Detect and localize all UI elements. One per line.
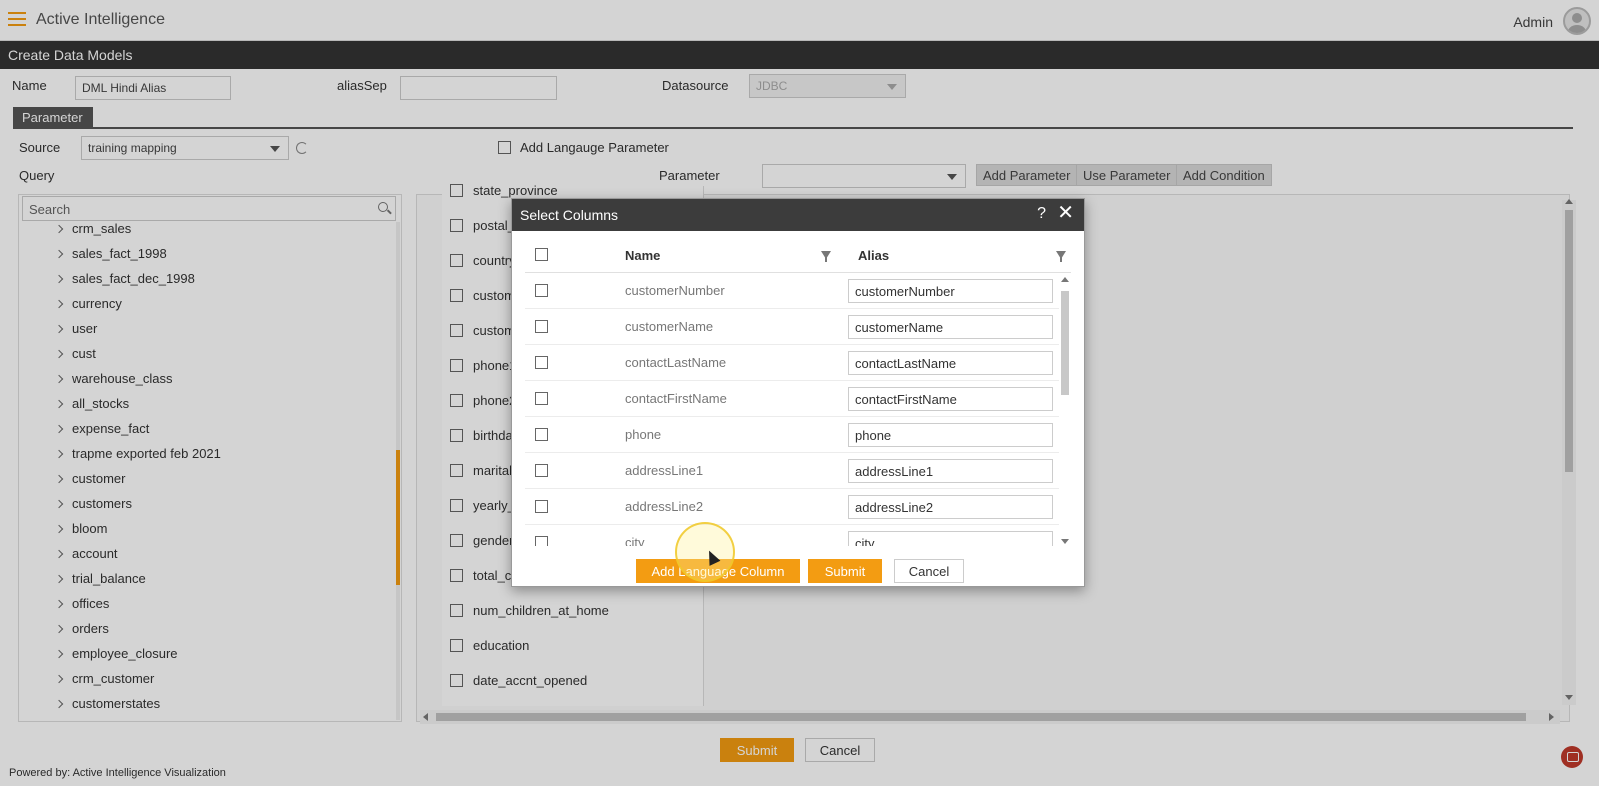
alias-input[interactable]: contactLastName: [848, 351, 1053, 375]
column-name: contactLastName: [625, 355, 727, 370]
grid-header: Name Alias: [525, 237, 1071, 273]
row-checkbox[interactable]: [535, 356, 548, 369]
close-icon[interactable]: ✕: [1057, 203, 1074, 223]
row-checkbox[interactable]: [535, 536, 548, 546]
alias-input[interactable]: addressLine2: [848, 495, 1053, 519]
alias-input[interactable]: addressLine1: [848, 459, 1053, 483]
alias-input[interactable]: customerNumber: [848, 279, 1053, 303]
grid-scrollbar-thumb[interactable]: [1061, 291, 1069, 395]
column-name: addressLine1: [625, 463, 704, 478]
dialog-title: Select Columns: [520, 207, 619, 223]
column-name: customerName: [625, 319, 714, 334]
row-checkbox[interactable]: [535, 428, 548, 441]
table-row: customerNumber customerNumber: [525, 273, 1059, 309]
column-header-name[interactable]: Name: [625, 248, 660, 263]
table-row: city city: [525, 525, 1059, 546]
page: Active Intelligence Admin Create Data Mo…: [0, 0, 1599, 786]
alias-input[interactable]: contactFirstName: [848, 387, 1053, 411]
row-checkbox[interactable]: [535, 392, 548, 405]
select-all-checkbox[interactable]: [535, 248, 548, 261]
row-checkbox[interactable]: [535, 320, 548, 333]
row-checkbox[interactable]: [535, 464, 548, 477]
dialog-cancel-button[interactable]: Cancel: [894, 559, 964, 583]
column-name: contactFirstName: [625, 391, 727, 406]
table-row: addressLine1 addressLine1: [525, 453, 1059, 489]
filter-icon[interactable]: [1056, 251, 1066, 262]
table-row: contactLastName contactLastName: [525, 345, 1059, 381]
column-name: phone: [625, 427, 662, 442]
select-columns-dialog: Select Columns ? ✕ Name Alias customerNu…: [511, 198, 1085, 587]
row-checkbox[interactable]: [535, 284, 548, 297]
alias-input[interactable]: city: [848, 531, 1053, 546]
row-checkbox[interactable]: [535, 500, 548, 513]
dialog-header: Select Columns ? ✕: [512, 199, 1084, 231]
column-header-alias[interactable]: Alias: [858, 248, 889, 263]
grid-scroll-down-icon[interactable]: [1061, 539, 1069, 544]
alias-input[interactable]: customerName: [848, 315, 1053, 339]
column-name: city: [625, 535, 645, 546]
table-row: contactFirstName contactFirstName: [525, 381, 1059, 417]
grid-body: customerNumber customerNumber customerName…: [525, 273, 1059, 546]
table-row: customerName customerName: [525, 309, 1059, 345]
dialog-submit-button[interactable]: Submit: [808, 559, 882, 583]
grid-scroll-up-icon[interactable]: [1061, 277, 1069, 282]
table-row: phone phone: [525, 417, 1059, 453]
column-name: addressLine2: [625, 499, 704, 514]
column-name: customerNumber: [625, 283, 725, 298]
table-row: addressLine2 addressLine2: [525, 489, 1059, 525]
alias-input[interactable]: phone: [848, 423, 1053, 447]
help-icon[interactable]: ?: [1037, 205, 1046, 223]
filter-icon[interactable]: [821, 251, 831, 262]
